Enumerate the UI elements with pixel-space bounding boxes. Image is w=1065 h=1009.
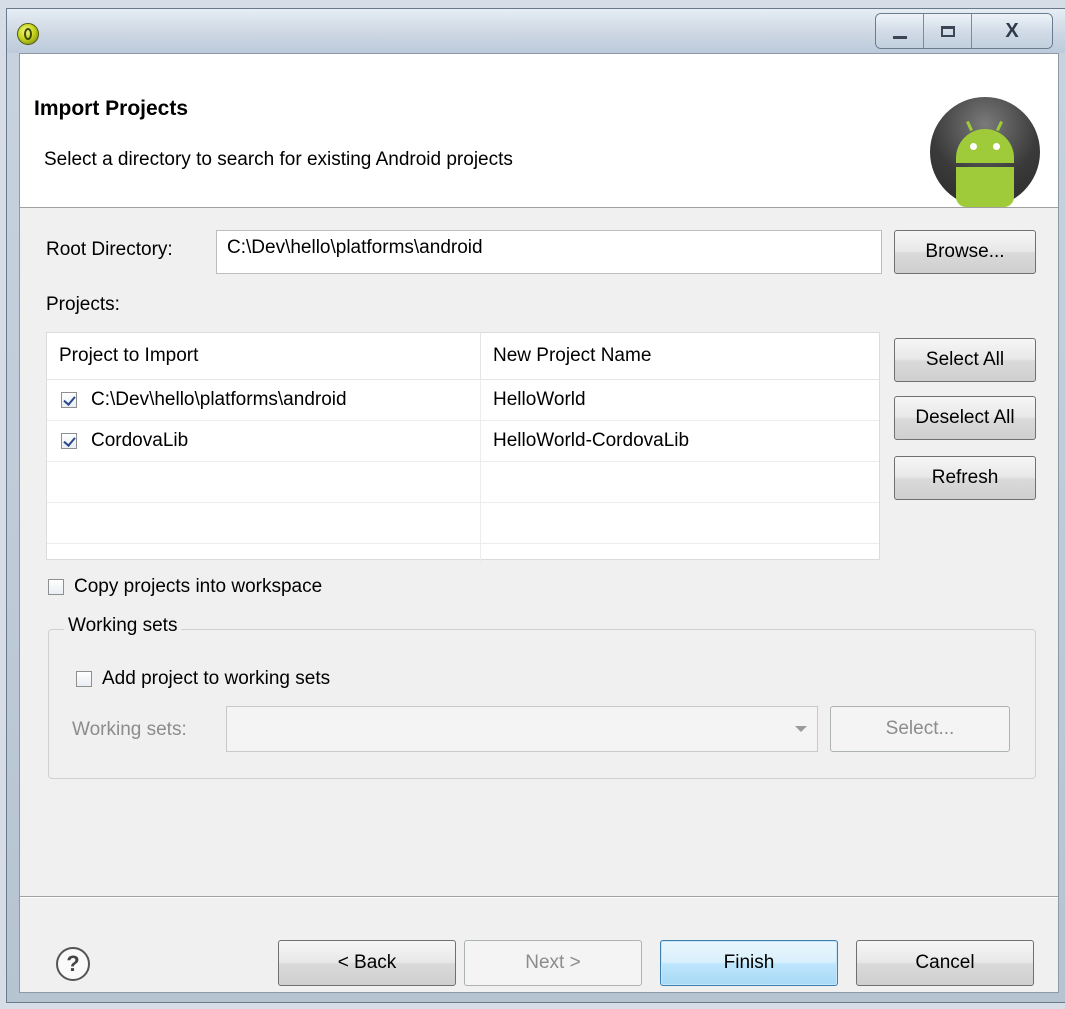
- android-body: [956, 167, 1014, 207]
- window-controls: X: [875, 13, 1053, 49]
- empty-cell: [481, 462, 493, 502]
- column-header-new-name[interactable]: New Project Name: [481, 333, 651, 379]
- table-row-empty: [47, 503, 879, 544]
- projects-table[interactable]: Project to Import New Project Name C:\De…: [46, 332, 880, 564]
- dialog-client-area: Import Projects Select a directory to se…: [19, 53, 1059, 993]
- next-button[interactable]: Next >: [464, 940, 642, 986]
- back-button[interactable]: < Back: [278, 940, 456, 986]
- page-title: Import Projects: [34, 97, 189, 120]
- project-checkbox[interactable]: [61, 433, 77, 449]
- table-row[interactable]: CordovaLib HelloWorld-CordovaLib: [47, 421, 879, 462]
- project-checkbox[interactable]: [61, 392, 77, 408]
- refresh-button[interactable]: Refresh: [894, 456, 1036, 500]
- table-row-empty: [47, 462, 879, 503]
- wizard-banner: Import Projects Select a directory to se…: [20, 54, 1058, 208]
- android-eye-right: [993, 143, 1000, 150]
- minimize-icon: [892, 35, 907, 39]
- maximize-button[interactable]: [924, 14, 972, 48]
- browse-button[interactable]: Browse...: [894, 230, 1036, 274]
- chevron-down-icon: [795, 726, 807, 732]
- working-sets-combo[interactable]: [226, 706, 818, 752]
- copy-into-workspace-checkbox[interactable]: [48, 579, 64, 595]
- root-directory-input[interactable]: C:\Dev\hello\platforms\android: [216, 230, 882, 274]
- project-cell: CordovaLib: [47, 421, 481, 461]
- table-row-empty: [47, 544, 879, 564]
- minimize-button[interactable]: [876, 14, 924, 48]
- android-eye-left: [970, 143, 977, 150]
- antenna-left: [966, 120, 973, 132]
- antenna-right: [996, 120, 1003, 132]
- add-to-working-sets-option[interactable]: Add project to working sets: [76, 668, 330, 690]
- footer-separator: [20, 896, 1058, 898]
- working-sets-field-label: Working sets:: [72, 719, 187, 740]
- add-to-working-sets-label: Add project to working sets: [102, 668, 331, 689]
- empty-cell: [481, 544, 493, 564]
- table-header: Project to Import New Project Name: [47, 333, 879, 380]
- working-sets-group: [48, 629, 1036, 779]
- close-icon: X: [1005, 19, 1019, 42]
- projects-label: Projects:: [46, 294, 120, 315]
- empty-cell: [481, 503, 493, 543]
- eclipse-adt-icon: [17, 23, 39, 45]
- new-project-name-cell[interactable]: HelloWorld-CordovaLib: [481, 421, 689, 461]
- select-all-button[interactable]: Select All: [894, 338, 1036, 382]
- copy-into-workspace-option[interactable]: Copy projects into workspace: [48, 576, 322, 598]
- project-cell: C:\Dev\hello\platforms\android: [47, 380, 481, 420]
- empty-cell: [47, 503, 481, 543]
- import-dialog-window: X Import Projects Select a directory to …: [6, 8, 1065, 1003]
- maximize-icon: [940, 25, 955, 37]
- close-button[interactable]: X: [972, 14, 1052, 48]
- table-row[interactable]: C:\Dev\hello\platforms\android HelloWorl…: [47, 380, 879, 421]
- title-bar[interactable]: X: [7, 9, 1065, 53]
- android-logo: [930, 97, 1040, 207]
- project-path: CordovaLib: [91, 430, 189, 451]
- cancel-button[interactable]: Cancel: [856, 940, 1034, 986]
- copy-into-workspace-label: Copy projects into workspace: [74, 576, 323, 597]
- project-path: C:\Dev\hello\platforms\android: [91, 389, 347, 410]
- deselect-all-button[interactable]: Deselect All: [894, 396, 1036, 440]
- root-directory-label: Root Directory:: [46, 239, 173, 260]
- add-to-working-sets-checkbox[interactable]: [76, 671, 92, 687]
- finish-button[interactable]: Finish: [660, 940, 838, 986]
- working-sets-select-button[interactable]: Select...: [830, 706, 1010, 752]
- empty-cell: [47, 462, 481, 502]
- column-header-project[interactable]: Project to Import: [47, 333, 481, 379]
- working-sets-legend: Working sets: [64, 615, 182, 637]
- empty-cell: [47, 544, 481, 564]
- page-description: Select a directory to search for existin…: [44, 149, 513, 170]
- new-project-name-cell[interactable]: HelloWorld: [481, 380, 586, 420]
- help-icon[interactable]: ?: [56, 947, 90, 981]
- android-head: [956, 129, 1014, 163]
